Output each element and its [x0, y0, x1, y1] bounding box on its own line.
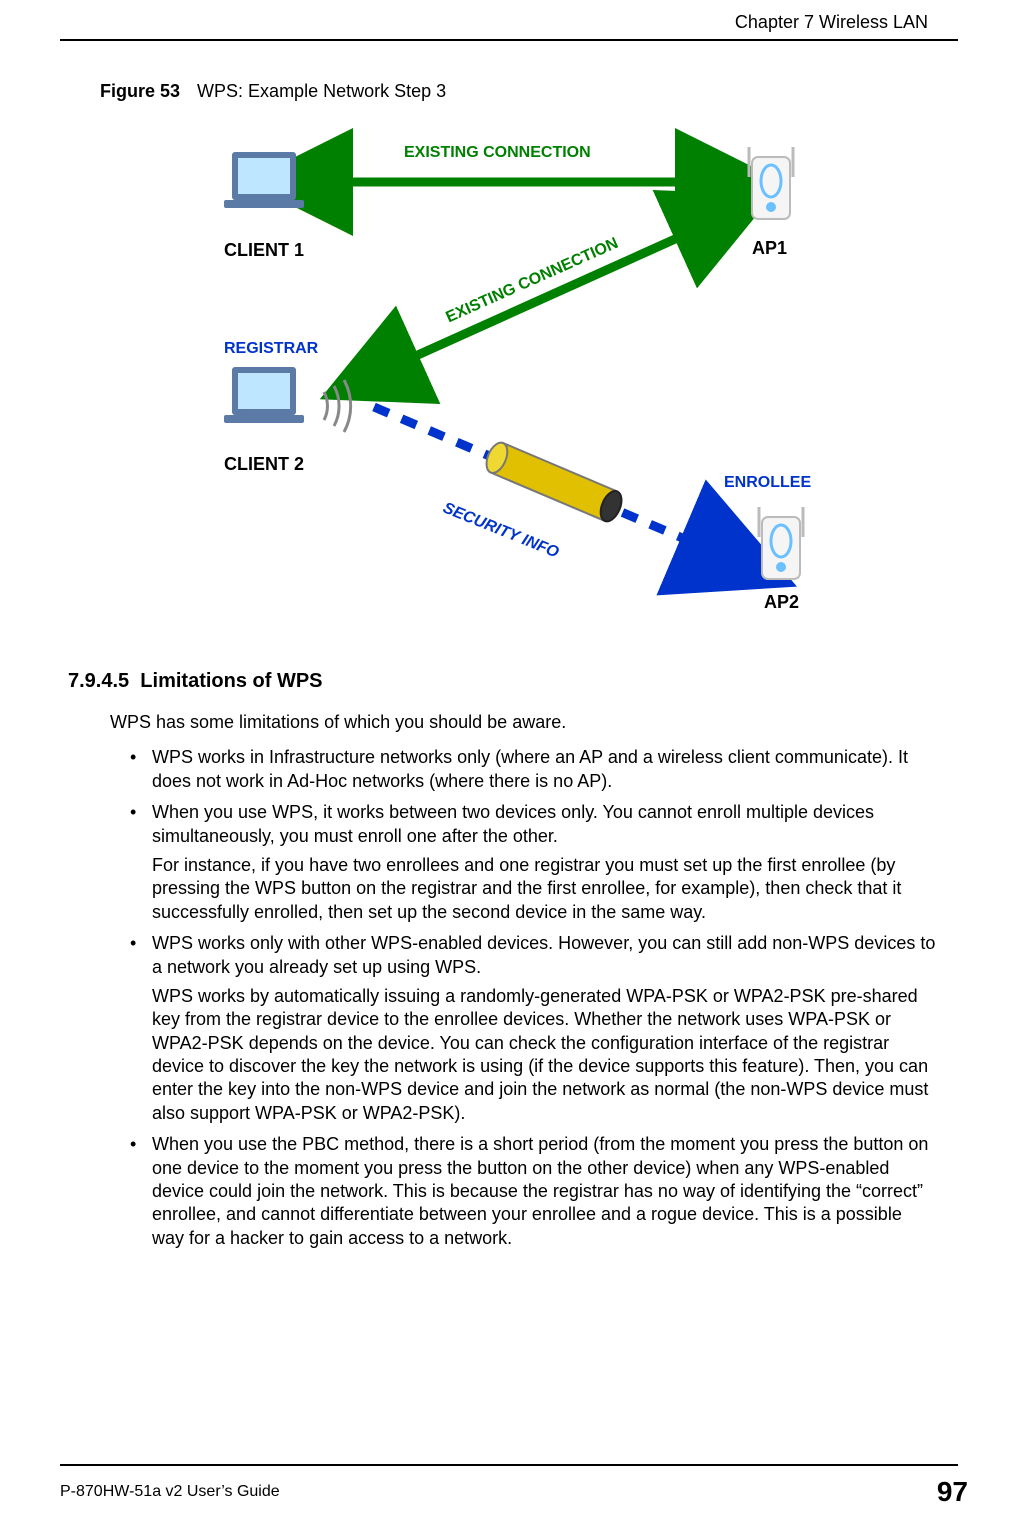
ap-icon-2 — [759, 507, 803, 579]
figure-diagram: EXISTING CONNECTION EXISTING CONNECTION … — [169, 122, 849, 632]
list-item: WPS works only with other WPS-enabled de… — [130, 932, 938, 1125]
page-number: 97 — [937, 1476, 968, 1508]
laptop-icon-client1 — [224, 152, 304, 208]
bullet-subpara: WPS works by automatically issuing a ran… — [152, 985, 938, 1125]
figure-label: Figure 53 — [100, 81, 180, 101]
footer-guide-name: P-870HW-51a v2 User’s Guide — [60, 1483, 280, 1501]
page: Chapter 7 Wireless LAN Figure 53 WPS: Ex… — [0, 0, 1018, 1524]
label-ap1: AP1 — [752, 238, 787, 259]
laptop-icon-client2 — [224, 367, 304, 423]
wireless-waves-icon — [324, 380, 351, 432]
section-number: 7.9.4.5 — [68, 670, 129, 692]
ap-icon-1 — [749, 147, 793, 219]
list-item: When you use WPS, it works between two d… — [130, 801, 938, 924]
bullet-text: WPS works only with other WPS-enabled de… — [152, 933, 935, 976]
label-existing-connection-top: EXISTING CONNECTION — [404, 144, 591, 162]
section-title: Limitations of WPS — [140, 670, 322, 692]
diagram-svg — [169, 122, 849, 632]
section-intro: WPS has some limitations of which you sh… — [110, 711, 938, 734]
list-item: When you use the PBC method, there is a … — [130, 1133, 938, 1250]
label-client1: CLIENT 1 — [224, 240, 304, 261]
existing-connection-line-diag — [369, 217, 724, 377]
label-ap2: AP2 — [764, 592, 799, 613]
bullet-text: WPS works in Infrastructure networks onl… — [152, 747, 908, 790]
figure-caption-text: WPS: Example Network Step 3 — [197, 81, 446, 101]
footer-rule — [60, 1464, 958, 1466]
bullet-text: When you use the PBC method, there is a … — [152, 1134, 928, 1248]
tube-icon — [482, 440, 625, 525]
figure-caption: Figure 53 WPS: Example Network Step 3 — [100, 81, 958, 102]
label-registrar: REGISTRAR — [224, 340, 318, 358]
chapter-header: Chapter 7 Wireless LAN — [60, 0, 958, 33]
label-client2: CLIENT 2 — [224, 454, 304, 475]
bullet-text: When you use WPS, it works between two d… — [152, 802, 874, 845]
bullet-subpara: For instance, if you have two enrollees … — [152, 854, 938, 924]
bullet-list: WPS works in Infrastructure networks onl… — [130, 746, 938, 1250]
section-heading: 7.9.4.5 Limitations of WPS — [68, 670, 958, 693]
top-rule — [60, 39, 958, 41]
list-item: WPS works in Infrastructure networks onl… — [130, 746, 938, 793]
page-footer: P-870HW-51a v2 User’s Guide 97 — [60, 1476, 968, 1508]
label-enrollee: ENROLLEE — [724, 474, 811, 492]
